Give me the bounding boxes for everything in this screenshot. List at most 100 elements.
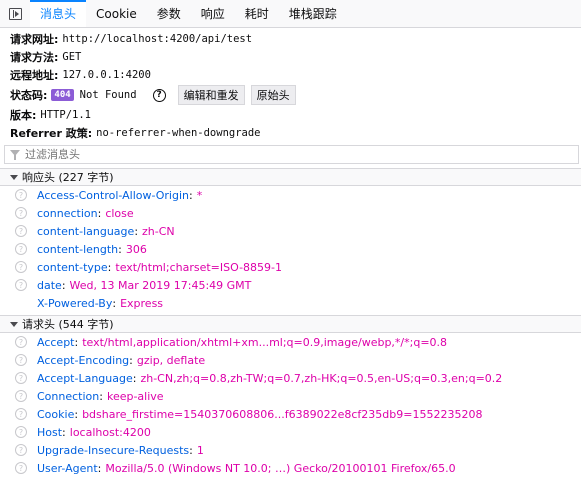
header-row[interactable]: ? Accept: text/html,application/xhtml+xm..…: [0, 333, 581, 351]
raw-headers-button[interactable]: 原始头: [250, 85, 296, 105]
header-separator: :: [118, 242, 122, 256]
header-name: Cookie: [37, 407, 75, 421]
header-name: Upgrade-Insecure-Requests: [37, 443, 190, 457]
header-row[interactable]: ? Accept-Encoding: gzip, deflate: [0, 351, 581, 369]
header-value: Mozilla/5.0 (Windows NT 10.0; …) Gecko/2…: [105, 461, 456, 475]
header-row[interactable]: ? User-Agent: Mozilla/5.0 (Windows NT 10.0…: [0, 459, 581, 477]
header-row[interactable]: ? Host: localhost:4200: [0, 423, 581, 441]
header-separator: :: [74, 335, 79, 349]
header-name: Access-Control-Allow-Origin: [37, 188, 190, 202]
header-row[interactable]: ? content-language: zh-CN: [0, 222, 581, 240]
tab-headers[interactable]: 消息头: [30, 0, 87, 27]
header-separator: :: [74, 407, 79, 421]
header-value: localhost:4200: [69, 425, 151, 439]
help-icon[interactable]: ?: [152, 88, 166, 102]
tab-response[interactable]: 响应: [191, 0, 235, 27]
header-separator: :: [189, 443, 193, 457]
header-separator: :: [97, 206, 102, 220]
header-name: X-Powered-By: [37, 296, 113, 310]
status-badge: 404: [51, 89, 74, 101]
header-name: content-type: [37, 260, 108, 274]
header-row[interactable]: ? Accept-Language: zh-CN,zh;q=0.8,zh-TW;q=…: [0, 369, 581, 387]
tab-params[interactable]: 参数: [147, 0, 191, 27]
header-name: User-Agent: [37, 461, 98, 475]
header-separator: :: [189, 188, 193, 202]
header-row[interactable]: ? date: Wed, 13 Mar 2019 17:45:49 GMT: [0, 276, 581, 294]
header-value: 1: [196, 443, 204, 457]
header-name: connection: [37, 206, 98, 220]
header-value: keep-alive: [106, 389, 164, 403]
header-row[interactable]: ? connection: close: [0, 204, 581, 222]
header-row[interactable]: ? content-type: text/html;charset=ISO-8859…: [0, 258, 581, 276]
help-icon[interactable]: ?: [15, 261, 27, 273]
header-name: content-length: [37, 242, 119, 256]
tab-stack-trace[interactable]: 堆栈跟踪: [279, 0, 347, 27]
header-separator: :: [132, 371, 137, 385]
filter-box: [4, 145, 579, 164]
method-label: 请求方法:: [10, 51, 59, 64]
version-label: 版本:: [10, 109, 37, 122]
header-row[interactable]: ? Connection: keep-alive: [0, 387, 581, 405]
request-headers-list: ? Accept: text/html,application/xhtml+xm..…: [0, 333, 581, 477]
header-separator: :: [62, 425, 66, 439]
toggle-panel-button[interactable]: [0, 0, 30, 27]
help-icon[interactable]: ?: [15, 444, 27, 456]
tab-cookies[interactable]: Cookie: [86, 0, 147, 27]
header-value: gzip, deflate: [136, 353, 206, 367]
referrer-label: Referrer 政策:: [10, 127, 93, 140]
summary-version-row: 版本: HTTP/1.1: [10, 106, 571, 124]
status-label: 状态码:: [10, 89, 48, 102]
status-text: Not Found: [79, 89, 137, 101]
header-row[interactable]: ?X-Powered-By:Express: [0, 294, 581, 312]
response-headers-section[interactable]: 响应头 (227 字节): [0, 168, 581, 186]
help-icon[interactable]: ?: [15, 372, 27, 384]
referrer-value: no-referrer-when-downgrade: [96, 127, 261, 139]
help-icon[interactable]: ?: [15, 426, 27, 438]
help-icon[interactable]: ?: [15, 408, 27, 420]
filter-headers-input[interactable]: [23, 147, 523, 162]
header-value: Express: [120, 296, 164, 310]
header-name: Accept-Encoding: [37, 353, 130, 367]
summary-referrer-row: Referrer 政策: no-referrer-when-downgrade: [10, 124, 571, 142]
header-separator: :: [97, 461, 102, 475]
header-row[interactable]: ? Cookie: bdshare_firstime=1540370608806..…: [0, 405, 581, 423]
help-icon[interactable]: ?: [15, 207, 27, 219]
header-value: bdshare_firstime=1540370608806...f638902…: [82, 407, 483, 421]
help-icon[interactable]: ?: [15, 279, 27, 291]
header-value: zh-CN,zh;q=0.8,zh-TW;q=0.7,zh-HK;q=0.5,e…: [140, 371, 503, 385]
help-icon[interactable]: ?: [15, 354, 27, 366]
request-headers-title: 请求头 (544 字节): [22, 318, 114, 331]
header-row[interactable]: ? content-length:306: [0, 240, 581, 258]
version-value: HTTP/1.1: [40, 109, 91, 121]
help-icon[interactable]: ?: [15, 336, 27, 348]
edit-resend-button[interactable]: 编辑和重发: [177, 85, 245, 105]
header-separator: :: [134, 224, 139, 238]
header-value: text/html;charset=ISO-8859-1: [115, 260, 283, 274]
header-value: Wed, 13 Mar 2019 17:45:49 GMT: [69, 278, 252, 292]
url-label: 请求网址:: [10, 33, 59, 46]
collapse-arrow-icon: [10, 321, 18, 327]
header-value: close: [105, 206, 134, 220]
help-icon[interactable]: ?: [15, 243, 27, 255]
header-name: Host: [37, 425, 63, 439]
summary-status-row: 状态码: 404 Not Found ? 编辑和重发 原始头: [10, 84, 571, 106]
header-value: zh-CN: [142, 224, 175, 238]
summary-remote-row: 远程地址: 127.0.0.1:4200: [10, 66, 571, 84]
header-separator: :: [99, 389, 103, 403]
header-name: Accept: [37, 335, 75, 349]
url-value: http://localhost:4200/api/test: [62, 33, 253, 45]
tab-timings[interactable]: 耗时: [235, 0, 279, 27]
header-separator: :: [112, 296, 117, 310]
request-headers-section[interactable]: 请求头 (544 字节): [0, 315, 581, 333]
header-name: content-language: [37, 224, 135, 238]
request-summary: 请求网址: http://localhost:4200/api/test 请求方…: [0, 28, 581, 142]
sidebar-toggle-icon: [8, 7, 22, 20]
help-icon[interactable]: ?: [15, 225, 27, 237]
header-separator: :: [129, 353, 133, 367]
help-icon[interactable]: ?: [15, 462, 27, 474]
header-row[interactable]: ? Access-Control-Allow-Origin: *: [0, 186, 581, 204]
help-icon[interactable]: ?: [15, 390, 27, 402]
help-icon[interactable]: ?: [15, 189, 27, 201]
summary-url-row: 请求网址: http://localhost:4200/api/test: [10, 30, 571, 48]
header-row[interactable]: ? Upgrade-Insecure-Requests:1: [0, 441, 581, 459]
